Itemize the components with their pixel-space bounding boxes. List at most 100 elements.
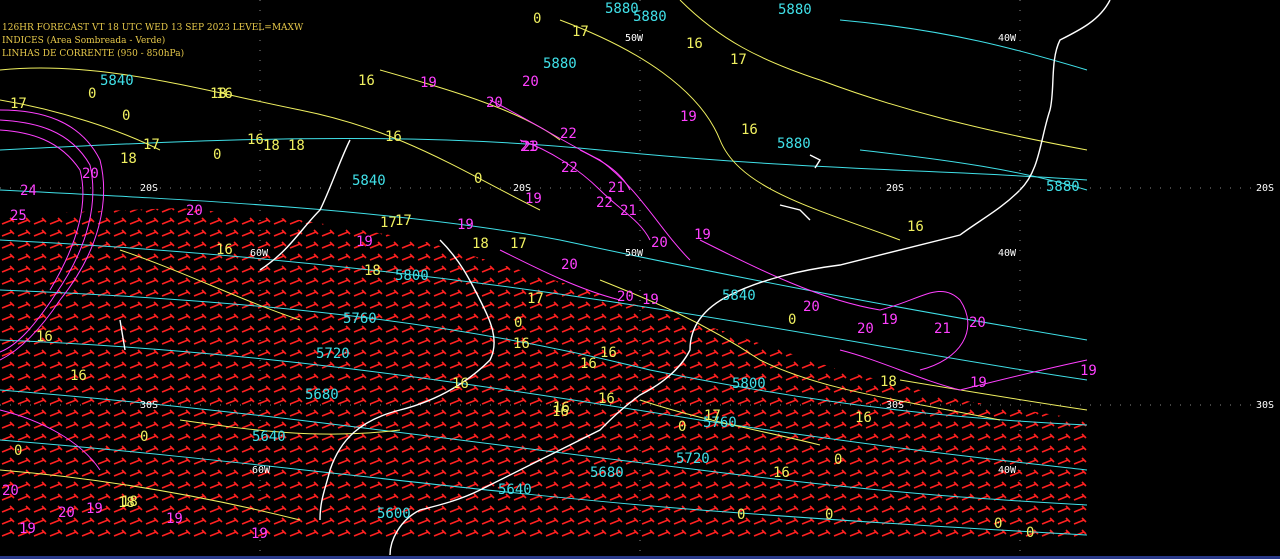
isotach-label: 16 — [452, 376, 469, 392]
index-label: 19 — [694, 227, 711, 243]
isotach-label: 17 — [704, 408, 721, 424]
index-label: 20 — [58, 505, 75, 521]
index-label: 19 — [970, 375, 987, 391]
lon-label: 50W — [625, 248, 644, 259]
isotach-label: 18 — [472, 236, 489, 252]
index-label: 20 — [803, 299, 820, 315]
zero-label: 0 — [140, 429, 149, 445]
height-label: 5840 — [352, 173, 386, 189]
isotach-label: 16 — [70, 368, 87, 384]
index-label: 22 — [560, 126, 577, 142]
lon-label: 40W — [998, 465, 1017, 476]
indices-legend: INDICES (Area Sombreada - Verde) — [2, 36, 166, 46]
isotach-label: 18 — [880, 374, 897, 390]
zero-label: 0 — [737, 507, 746, 523]
lat-label: 30S — [140, 400, 159, 411]
lat-label: 20S — [140, 183, 159, 194]
index-label: 19 — [457, 217, 474, 233]
index-label: 19 — [19, 521, 36, 537]
height-label: 5720 — [316, 346, 350, 362]
height-label: 5760 — [343, 311, 377, 327]
height-label: 5800 — [395, 268, 429, 284]
isotach-label: 17 — [510, 236, 527, 252]
zero-label: 0 — [788, 312, 797, 328]
isotach-label: 17 — [527, 291, 544, 307]
lat-label: 20S — [886, 183, 905, 194]
isotach-label: 16 — [513, 336, 530, 352]
height-label: 5720 — [676, 451, 710, 467]
index-label: 21 — [608, 180, 625, 196]
index-label: 19 — [642, 292, 659, 308]
zero-label: 0 — [474, 171, 483, 187]
height-label: 5880 — [1046, 179, 1080, 195]
index-label: 21 — [934, 321, 951, 337]
height-label: 5840 — [722, 288, 756, 304]
height-label: 5880 — [633, 9, 667, 25]
lon-label: 40W — [998, 33, 1017, 44]
isotach-label: 16 — [598, 391, 615, 407]
index-label: 19 — [251, 526, 268, 542]
height-label: 5680 — [305, 387, 339, 403]
index-label: 23 — [522, 139, 539, 155]
index-label: 19 — [680, 109, 697, 125]
weather-map — [0, 0, 1280, 559]
isotach-label: 17 — [730, 52, 747, 68]
index-label: 20 — [486, 95, 503, 111]
lon-label: 50W — [625, 33, 644, 44]
zero-label: 0 — [122, 108, 131, 124]
index-label: 20 — [186, 203, 203, 219]
isotach-label: 16 — [773, 465, 790, 481]
isotach-label: 18 — [364, 263, 381, 279]
index-label: 19 — [420, 75, 437, 91]
height-label: 5840 — [100, 73, 134, 89]
lon-label: 60W — [250, 248, 269, 259]
isotach-label: 17 — [143, 137, 160, 153]
isotach-label: 18 — [120, 151, 137, 167]
isotach-label: 18 — [288, 138, 305, 154]
index-label: 20 — [522, 74, 539, 90]
zero-label: 0 — [678, 419, 687, 435]
isotach-label: 16 — [741, 122, 758, 138]
zero-label: 0 — [514, 315, 523, 331]
index-label: 20 — [561, 257, 578, 273]
isotach-label: 17 — [10, 96, 27, 112]
index-label: 20 — [857, 321, 874, 337]
isotach-label: 16 — [580, 356, 597, 372]
index-label: 19 — [166, 511, 183, 527]
streamlines-legend: LINHAS DE CORRENTE (950 - 850hPa) — [2, 49, 185, 59]
zero-label: 0 — [213, 147, 222, 163]
isotach-label: 16 — [907, 219, 924, 235]
zero-label: 0 — [14, 443, 23, 459]
index-label: 24 — [20, 183, 37, 199]
index-label: 19 — [1080, 363, 1097, 379]
index-label: 19 — [356, 234, 373, 250]
index-label: 22 — [561, 160, 578, 176]
zero-label: 0 — [533, 11, 542, 27]
isotach-label: 16 — [216, 86, 233, 102]
isotach-label: 16 — [36, 329, 53, 345]
isotach-label: 16 — [855, 410, 872, 426]
height-label: 5640 — [252, 429, 286, 445]
isotach-label: 16 — [686, 36, 703, 52]
lat-label: 30S — [1256, 400, 1275, 411]
index-label: 19 — [881, 312, 898, 328]
wind-barb-field — [0, 208, 1087, 540]
height-label: 5880 — [777, 136, 811, 152]
isotach-label: 16 — [216, 242, 233, 258]
index-label: 20 — [82, 166, 99, 182]
lon-label: 40W — [998, 248, 1017, 259]
lat-label: 30S — [886, 400, 905, 411]
zero-label: 0 — [1026, 525, 1035, 541]
index-label: 20 — [2, 483, 19, 499]
lon-label: 60W — [252, 465, 271, 476]
index-label: 22 — [596, 195, 613, 211]
forecast-title: 126HR FORECAST VT 18 UTC WED 13 SEP 2023… — [2, 23, 304, 33]
isotach-label: 18 — [263, 138, 280, 154]
isotach-label: 17 — [572, 24, 589, 40]
isotach-label: 16 — [600, 345, 617, 361]
height-label: 5800 — [732, 376, 766, 392]
zero-label: 0 — [994, 516, 1003, 532]
zero-label: 0 — [88, 86, 97, 102]
height-label: 5600 — [377, 506, 411, 522]
map-header: 126HR FORECAST VT 18 UTC WED 13 SEP 2023… — [2, 22, 303, 61]
